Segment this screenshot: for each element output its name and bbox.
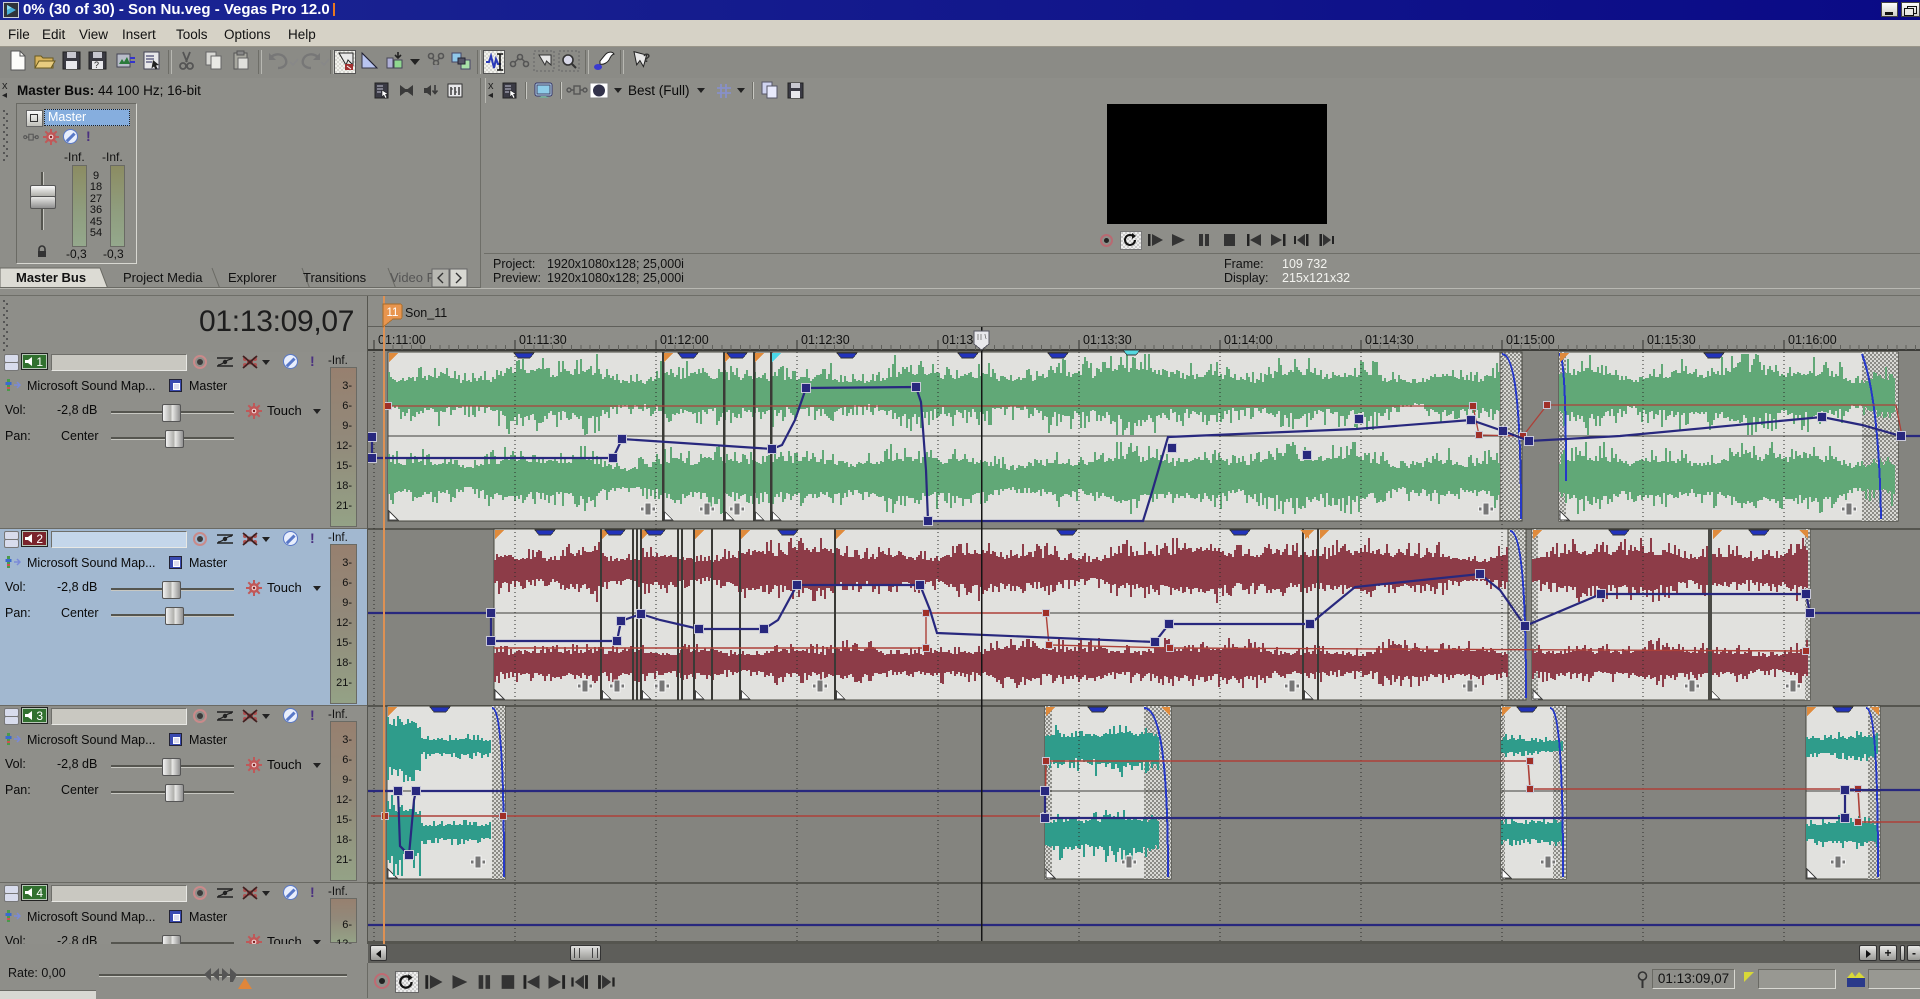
svg-text:01:11:30: 01:11:30 [519,333,567,347]
svg-text:?: ? [94,60,99,70]
svg-text:?: ? [643,51,650,65]
svg-text:Transitions: Transitions [303,270,367,285]
svg-text:Son_11: Son_11 [405,306,447,320]
svg-text:01:16:00: 01:16:00 [1788,333,1837,347]
svg-text:Master Bus: Master Bus [16,270,86,285]
svg-text:01:13:: 01:13: [942,333,977,347]
svg-text:Video F: Video F [390,270,435,285]
svg-text:01:12:00: 01:12:00 [660,333,709,347]
svg-text:Project Media: Project Media [123,270,203,285]
svg-text:01:14:30: 01:14:30 [1365,333,1414,347]
svg-text:01:15:00: 01:15:00 [1506,333,1555,347]
svg-text:Explorer: Explorer [228,270,277,285]
svg-text:01:13:30: 01:13:30 [1083,333,1132,347]
svg-text:01:11:00: 01:11:00 [378,333,426,347]
svg-text:01:12:30: 01:12:30 [801,333,850,347]
svg-text:11: 11 [387,307,399,319]
svg-text:01:15:30: 01:15:30 [1647,333,1696,347]
svg-text:01:14:00: 01:14:00 [1224,333,1273,347]
